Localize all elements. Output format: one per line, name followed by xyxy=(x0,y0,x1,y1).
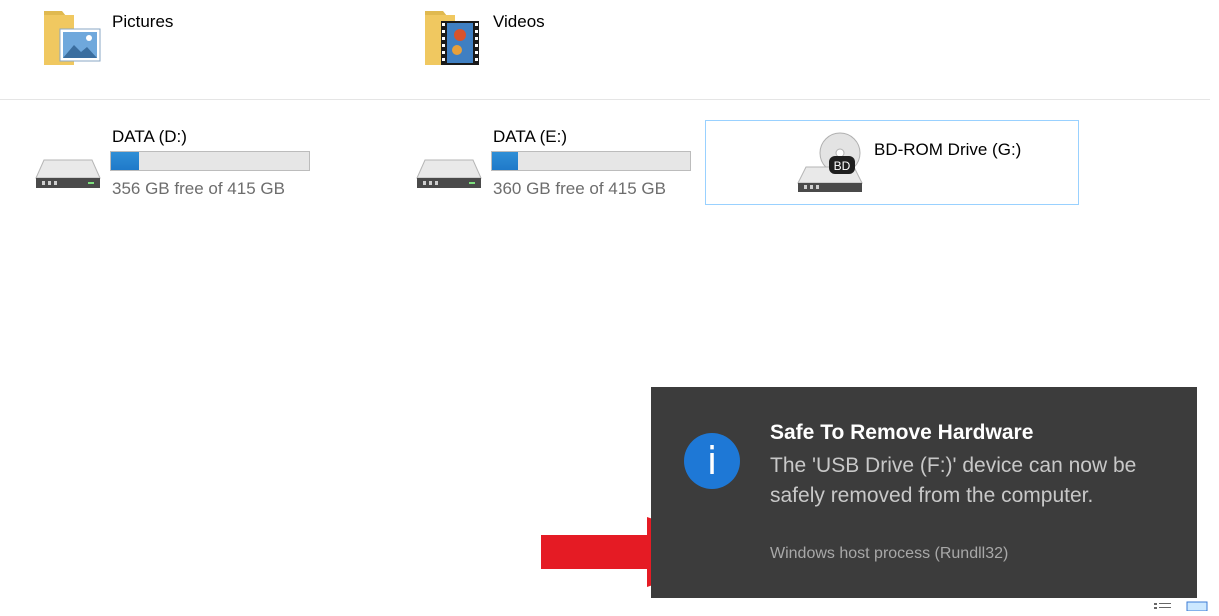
info-icon: i xyxy=(684,433,740,489)
folder-label: Videos xyxy=(493,12,545,31)
hard-drive-icon xyxy=(415,152,483,197)
notification-body: The 'USB Drive (F:)' device can now be s… xyxy=(770,454,1137,507)
notification-source: Windows host process (Rundll32) xyxy=(770,545,1009,562)
drive-usage-fill xyxy=(492,152,518,170)
hard-drive-icon xyxy=(34,152,102,197)
pictures-folder-icon xyxy=(40,5,104,74)
drive-usage-fill xyxy=(111,152,139,170)
drive-data-e[interactable]: DATA (E:) 360 GB free of 415 GB xyxy=(411,120,711,205)
section-divider xyxy=(0,99,1210,100)
details-view-icon[interactable] xyxy=(1153,598,1173,616)
drive-free-space: 360 GB free of 415 GB xyxy=(493,179,666,198)
info-icon-glyph: i xyxy=(706,439,718,483)
folder-pictures[interactable]: Pictures xyxy=(40,5,340,75)
bd-rom-drive-icon: BD xyxy=(796,129,866,200)
drive-label: DATA (D:) xyxy=(112,127,187,146)
folder-videos[interactable]: Videos xyxy=(421,5,721,75)
drive-label: DATA (E:) xyxy=(493,127,567,146)
drive-usage-bar xyxy=(110,151,310,171)
drive-data-d[interactable]: DATA (D:) 356 GB free of 415 GB xyxy=(30,120,330,205)
svg-text:BD: BD xyxy=(834,159,851,173)
notification-title: Safe To Remove Hardware xyxy=(770,421,1034,444)
drive-usage-bar xyxy=(491,151,691,171)
folder-label: Pictures xyxy=(112,12,174,31)
drive-bd-rom-g[interactable]: BD BD-ROM Drive (G:) xyxy=(705,120,1079,205)
videos-folder-icon xyxy=(421,5,485,74)
drive-free-space: 356 GB free of 415 GB xyxy=(112,179,285,198)
large-icons-view-icon[interactable] xyxy=(1186,598,1208,616)
toast-notification[interactable]: i Safe To Remove Hardware The 'USB Drive… xyxy=(651,387,1197,598)
drive-label: BD-ROM Drive (G:) xyxy=(874,140,1022,159)
